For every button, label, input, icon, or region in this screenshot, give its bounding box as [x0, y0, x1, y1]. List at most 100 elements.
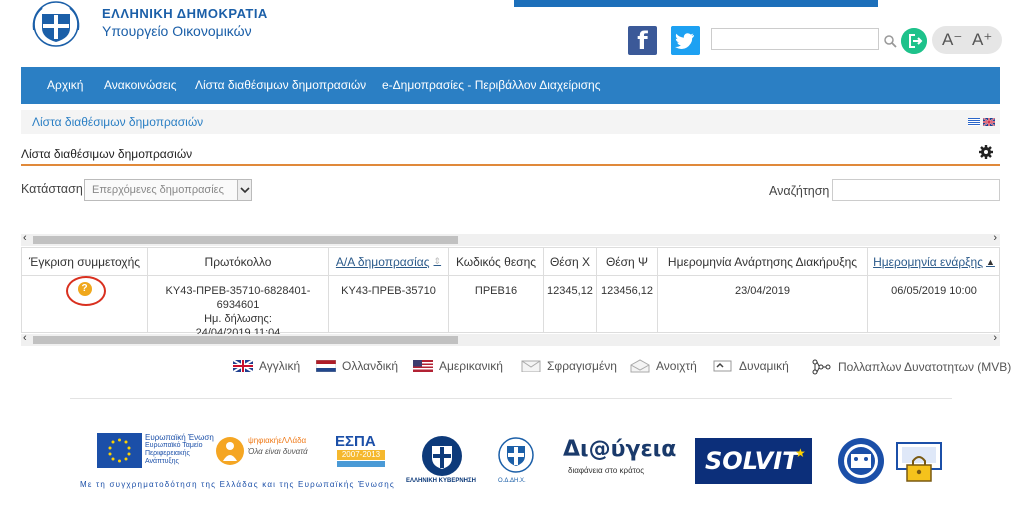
column-header[interactable]: Πρωτόκολλο: [148, 248, 329, 276]
scroll-right-icon[interactable]: ›: [993, 332, 997, 344]
eu-flag-icon: [97, 433, 142, 468]
oddhx-emblem-logo[interactable]: [497, 436, 535, 474]
legend-sealed: Σφραγισμένη: [521, 359, 617, 373]
scroll-left-icon[interactable]: ‹: [23, 232, 27, 244]
diavgeia-subtitle: διαφάνεια στο κράτος: [568, 466, 645, 475]
table-search-input[interactable]: [832, 179, 1000, 201]
network-icon: [812, 359, 831, 375]
nav-item-auction-list[interactable]: Λίστα διαθέσιμων δημοπρασιών: [195, 67, 366, 104]
table-cell: ΠΡΕΒ16: [449, 276, 544, 333]
nav-item-home[interactable]: Αρχική: [47, 67, 83, 104]
table-cell: ΚΥ43-ΠΡΕΒ-35710-6828401-6934601 Ημ. δήλω…: [148, 276, 329, 339]
font-decrease-button[interactable]: A⁻: [942, 26, 962, 54]
greek-government-emblem-logo[interactable]: [420, 434, 464, 478]
table-cell: 23/04/2019: [658, 276, 868, 333]
imi-badge-logo[interactable]: [836, 437, 886, 485]
scroll-left-icon[interactable]: ‹: [23, 332, 27, 344]
gear-icon[interactable]: [978, 144, 994, 160]
eu-text-line: Ευρωπαϊκή Ένωση: [145, 433, 214, 442]
government-title: ΕΛΛΗΝΙΚΗ ΔΗΜΟΚΡΑΤΙΑ: [102, 6, 268, 21]
legend-english: Αγγλική: [233, 359, 300, 373]
column-header-sortable[interactable]: Α/Α δημοπρασίας ⇕: [329, 248, 449, 276]
envelope-closed-icon: [521, 360, 541, 372]
column-header-label: Ημερομηνία ενάρξης: [873, 254, 983, 269]
table-cell: ΚΥ43-ΠΡΕΒ-35710: [329, 276, 449, 333]
legend-label: Αμερικανική: [439, 359, 503, 373]
scroll-right-icon[interactable]: ›: [993, 232, 997, 244]
oddhx-caption: Ο.Δ.ΔΗ.Χ.: [498, 478, 526, 484]
facebook-icon[interactable]: f: [628, 26, 657, 55]
main-navigation: Αρχική Ανακοινώσεις Λίστα διαθέσιμων δημ…: [21, 67, 1000, 104]
status-select[interactable]: Επερχόμενες δημοπρασίες: [84, 179, 252, 201]
column-header[interactable]: Θέση Ψ: [597, 248, 658, 276]
search-icon[interactable]: [883, 34, 897, 48]
top-accent-bar: [514, 0, 878, 7]
protocol-number: ΚΥ43-ΠΡΕΒ-35710-6828401-6934601: [165, 285, 311, 311]
legend-label: Σφραγισμένη: [547, 359, 617, 373]
greek-flag-icon[interactable]: [968, 118, 980, 126]
header-search-input[interactable]: [711, 28, 879, 50]
scrollbar-thumb[interactable]: [33, 236, 458, 244]
section-divider: [21, 164, 1000, 166]
legend-label: Πολλαπλων Δυνατοτητων (MVB): [838, 360, 1012, 374]
legend-dynamic: Δυναμική: [713, 359, 789, 373]
search-label: Αναζήτηση: [769, 184, 830, 198]
chevron-down-icon[interactable]: [237, 180, 251, 200]
status-label: Κατάσταση: [21, 182, 83, 196]
uk-flag-icon[interactable]: [983, 118, 995, 126]
column-header[interactable]: Ημερομηνία Ανάρτησης Διακήρυξης: [658, 248, 868, 276]
solvit-logo[interactable]: SOLVIT ★: [695, 438, 812, 484]
legend-open: Ανοιχτή: [630, 359, 697, 373]
dynamic-auction-icon: [713, 360, 732, 372]
sort-icon: ⇕: [433, 256, 442, 266]
font-increase-button[interactable]: A⁺: [972, 26, 992, 54]
star-icon: ★: [795, 446, 806, 460]
legend-label: Ολλανδική: [342, 359, 399, 373]
legend-label: Αγγλική: [259, 359, 301, 373]
column-header[interactable]: Θέση Χ: [544, 248, 597, 276]
declaration-date-label: Ημ. δήλωσης:: [204, 313, 272, 325]
column-header-sortable[interactable]: Ημερομηνία ενάρξης ▲: [868, 248, 1000, 276]
ministry-name: Υπουργείο Οικονομικών: [102, 23, 252, 39]
imi-lock-logo[interactable]: [893, 441, 945, 483]
dutch-flag-icon: [316, 360, 336, 372]
eu-text: Ευρωπαϊκή Ένωση Ευρωπαϊκό Ταμείο Περιφερ…: [145, 434, 214, 466]
nav-item-announcements[interactable]: Ανακοινώσεις: [104, 67, 177, 104]
digital-greece-title: ψηφιακήεΛΛάδα: [248, 436, 307, 445]
footer-divider: [70, 398, 952, 399]
horizontal-scrollbar-bottom[interactable]: ‹ ›: [21, 332, 1000, 346]
diavgeia-logo[interactable]: Δι@ύγεια: [563, 437, 676, 462]
cofunding-caption: Με τη συγχρηματοδότηση της Ελλάδας και τ…: [80, 480, 395, 489]
scrollbar-thumb[interactable]: [33, 336, 458, 344]
sort-up-icon: ▲: [985, 256, 995, 267]
eu-text-line: Περιφερειακής: [145, 450, 190, 457]
espa-years: 2007-2013: [337, 450, 385, 460]
horizontal-scrollbar-top[interactable]: ‹ ›: [21, 232, 1000, 246]
column-header[interactable]: Κωδικός θεσης: [449, 248, 544, 276]
breadcrumb-bar: Λίστα διαθέσιμων δημοπρασιών: [21, 110, 1000, 134]
red-annotation-circle: [66, 276, 106, 306]
envelope-open-icon: [630, 359, 650, 373]
legend-mvb: Πολλαπλων Δυνατοτητων (MVB): [812, 359, 1011, 375]
cofunding-logos[interactable]: Ευρωπαϊκή Ένωση Ευρωπαϊκό Ταμείο Περιφερ…: [97, 433, 387, 473]
font-size-controls: A⁻ A⁺: [932, 26, 1002, 54]
government-caption: ΕΛΛΗΝΙΚΗ ΚΥΒΕΡΝΗΣΗ: [406, 478, 476, 484]
table-cell: 12345,12: [544, 276, 597, 333]
legend-label: Ανοιχτή: [656, 359, 697, 373]
legend-american: Αμερικανική: [413, 359, 503, 373]
status-select-value: Επερχόμενες δημοπρασίες: [92, 184, 224, 196]
legend-dutch: Ολλανδική: [316, 359, 398, 373]
espa-logo: ΕΣΠΑ: [335, 433, 376, 450]
column-header[interactable]: Έγκριση συμμετοχής: [22, 248, 148, 276]
column-header-label: Α/Α δημοπρασίας: [335, 254, 430, 269]
eu-text-line: Ανάπτυξης: [145, 458, 179, 465]
us-flag-icon: [413, 360, 433, 372]
twitter-icon[interactable]: [671, 26, 700, 55]
greek-emblem-logo[interactable]: [26, 0, 86, 50]
logout-icon[interactable]: [901, 28, 927, 54]
table-cell: 123456,12: [597, 276, 658, 333]
uk-flag-icon: [233, 360, 253, 372]
legend-label: Δυναμική: [739, 359, 789, 373]
nav-item-eauctions-admin[interactable]: e-Δημοπρασίες - Περιβάλλον Διαχείρισης: [382, 67, 601, 104]
breadcrumb[interactable]: Λίστα διαθέσιμων δημοπρασιών: [32, 115, 203, 129]
